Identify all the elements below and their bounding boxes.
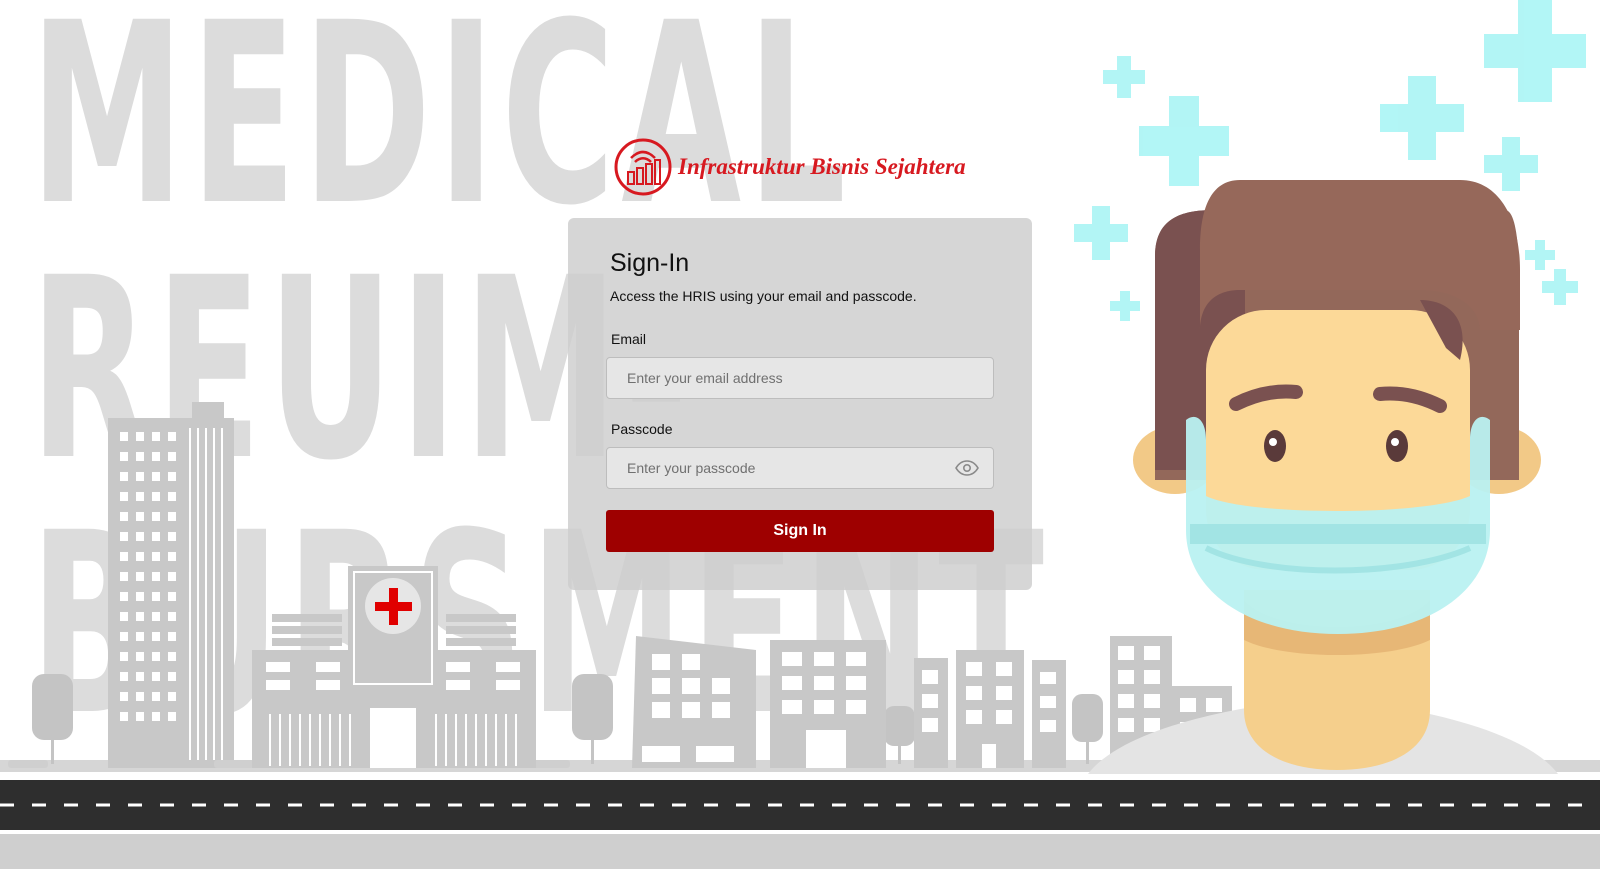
signin-card: Sign-In Access the HRIS using your email… bbox=[568, 218, 1032, 590]
passcode-field[interactable] bbox=[607, 448, 993, 488]
signin-title: Sign-In bbox=[610, 249, 690, 277]
passcode-field-wrapper bbox=[606, 447, 994, 489]
signin-subtitle: Access the HRIS using your email and pas… bbox=[610, 288, 917, 304]
brand-logo: Infrastruktur Bisnis Sejahtera bbox=[614, 138, 966, 196]
passcode-label: Passcode bbox=[611, 421, 673, 437]
signin-button[interactable]: Sign In bbox=[606, 510, 994, 552]
brand-name: Infrastruktur Bisnis Sejahtera bbox=[678, 154, 966, 179]
email-label: Email bbox=[611, 331, 647, 347]
email-field[interactable] bbox=[607, 358, 993, 398]
signal-building-icon bbox=[614, 138, 672, 196]
eye-icon[interactable] bbox=[955, 460, 979, 476]
email-field-wrapper bbox=[606, 357, 994, 399]
